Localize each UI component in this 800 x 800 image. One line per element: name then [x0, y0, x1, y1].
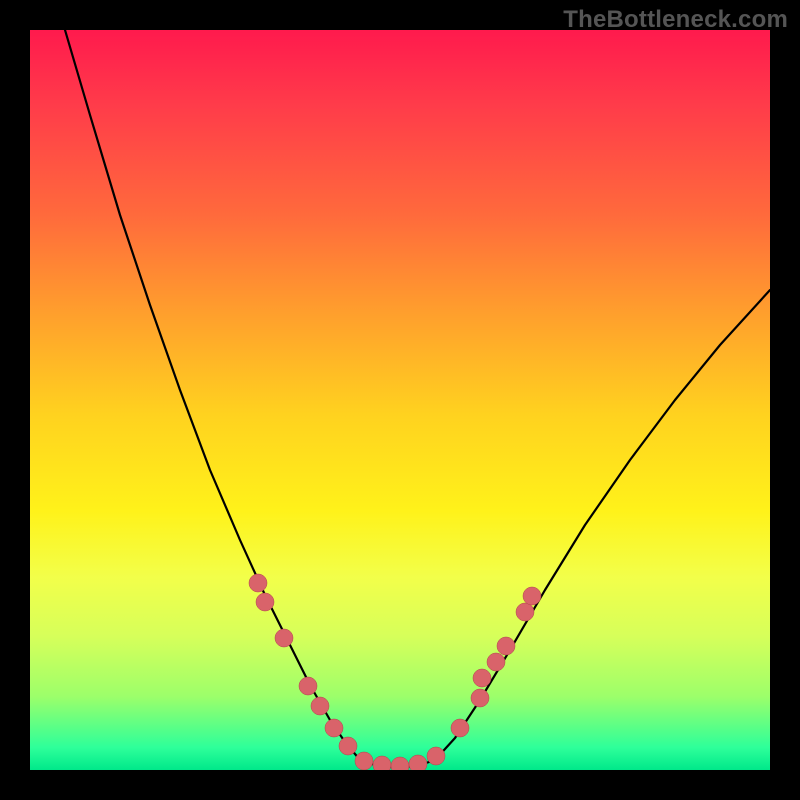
chart-frame: TheBottleneck.com: [0, 0, 800, 800]
right-dot-8: [523, 587, 541, 605]
right-dot-7: [516, 603, 534, 621]
left-dot-5: [311, 697, 329, 715]
plot-area: [30, 30, 770, 770]
right-dot-5: [487, 653, 505, 671]
left-dot-7: [339, 737, 357, 755]
flat-dot-2: [373, 756, 391, 770]
left-dot-1: [249, 574, 267, 592]
right-dot-3: [471, 689, 489, 707]
watermark-text: TheBottleneck.com: [563, 6, 788, 34]
flat-dot-3: [391, 757, 409, 770]
left-dot-4: [299, 677, 317, 695]
flat-dot-4: [409, 755, 427, 770]
curve-overlay: [30, 30, 770, 770]
left-dot-6: [325, 719, 343, 737]
left-dot-3: [275, 629, 293, 647]
bottleneck-curve: [65, 30, 770, 767]
right-dot-2: [451, 719, 469, 737]
right-dot-1: [427, 747, 445, 765]
flat-dot-1: [355, 752, 373, 770]
right-dot-6: [497, 637, 515, 655]
left-dot-2: [256, 593, 274, 611]
right-dot-4: [473, 669, 491, 687]
